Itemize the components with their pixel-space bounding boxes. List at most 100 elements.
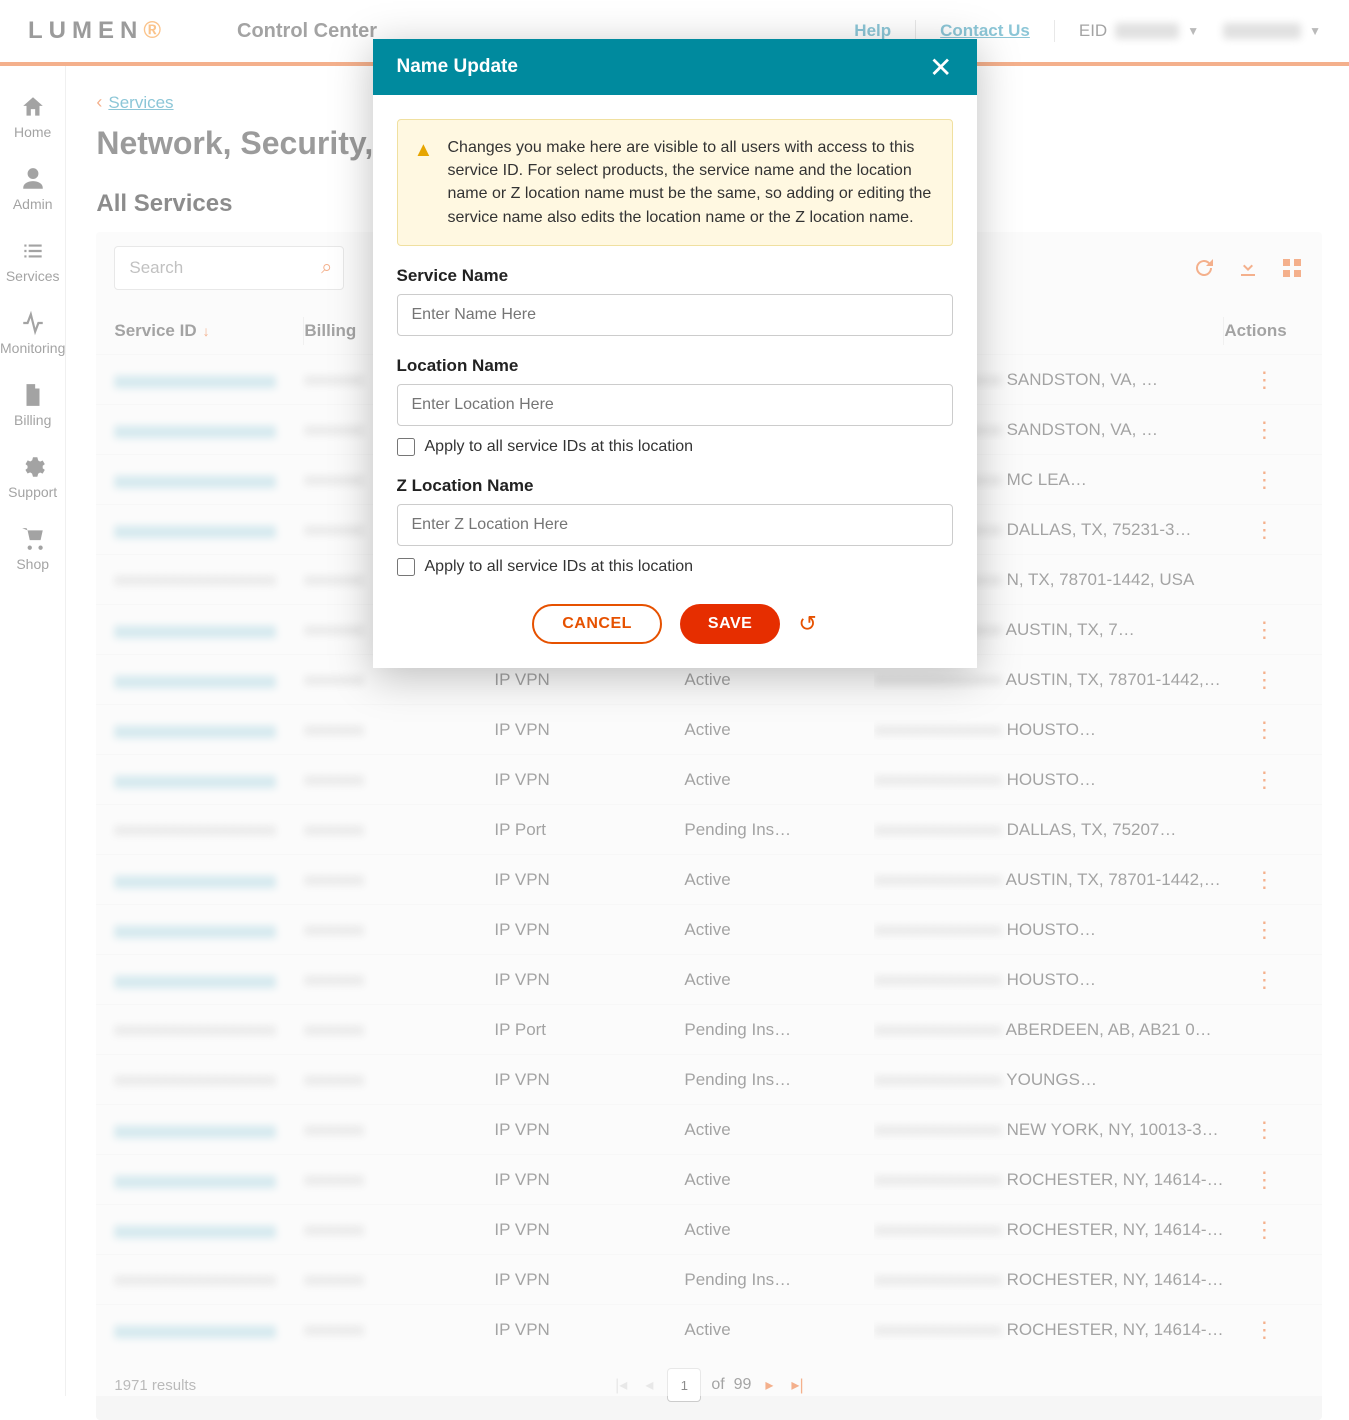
row-actions-button[interactable]: ⋮: [1253, 717, 1275, 742]
status-cell: Active: [684, 670, 874, 690]
save-button[interactable]: SAVE: [680, 604, 780, 644]
service-id-link[interactable]: xxxxxxxxxxxxxxxxxxx: [114, 470, 276, 489]
service-id-link[interactable]: xxxxxxxxxxxxxxxxxxx: [114, 370, 276, 389]
product-cell: IP Port: [494, 1020, 684, 1040]
service-id-text: xxxxxxxxxxxxxxxxxxx: [114, 1270, 276, 1289]
eid-dropdown[interactable]: EID ▼: [1079, 21, 1199, 41]
table-row: xxxxxxxxxxxxxxxxxxxxxxxxxxIP VPNActivexx…: [96, 954, 1322, 1004]
row-actions-button[interactable]: ⋮: [1253, 617, 1275, 642]
cancel-button[interactable]: CANCEL: [532, 604, 662, 644]
row-actions-button[interactable]: ⋮: [1253, 1317, 1275, 1342]
brand-logo: LUMEN®: [28, 17, 167, 45]
help-link[interactable]: Help: [854, 21, 891, 41]
row-actions-button[interactable]: ⋮: [1253, 517, 1275, 542]
location-cell: xxxxxxxxxxxxxxx ABERDEEN, AB, AB21 0…: [874, 1020, 1224, 1040]
service-id-link[interactable]: xxxxxxxxxxxxxxxxxxx: [114, 920, 276, 939]
checkbox-input[interactable]: [397, 558, 415, 576]
product-cell: IP VPN: [494, 970, 684, 990]
refresh-icon[interactable]: [1192, 256, 1216, 280]
table-row: xxxxxxxxxxxxxxxxxxxxxxxxxxIP VPNPending …: [96, 1254, 1322, 1304]
row-actions-button[interactable]: ⋮: [1253, 917, 1275, 942]
sidebar-item-label: Billing: [14, 412, 51, 428]
location-name-input[interactable]: [397, 384, 953, 426]
service-id-link[interactable]: xxxxxxxxxxxxxxxxxxx: [114, 970, 276, 989]
row-actions-button[interactable]: ⋮: [1253, 1167, 1275, 1192]
app-title: Control Center: [237, 20, 377, 43]
modal-header: Name Update ✕: [373, 39, 977, 95]
product-cell: IP Port: [494, 820, 684, 840]
location-cell: xxxxxxxxxxxxxxx HOUSTO…: [874, 970, 1224, 990]
col-service-id[interactable]: Service ID↓: [114, 317, 304, 345]
service-id-link[interactable]: xxxxxxxxxxxxxxxxxxx: [114, 620, 276, 639]
billing-cell: xxxxxxx: [304, 1220, 364, 1239]
row-actions-button[interactable]: ⋮: [1253, 417, 1275, 442]
table-row: xxxxxxxxxxxxxxxxxxxxxxxxxxIP VPNActivexx…: [96, 904, 1322, 954]
apply-all-location-checkbox[interactable]: Apply to all service IDs at this locatio…: [397, 438, 953, 456]
breadcrumb-link[interactable]: Services: [108, 93, 173, 113]
user-dropdown[interactable]: ▼: [1223, 23, 1321, 39]
download-icon[interactable]: [1236, 256, 1260, 280]
service-id-link[interactable]: xxxxxxxxxxxxxxxxxxx: [114, 420, 276, 439]
service-id-link[interactable]: xxxxxxxxxxxxxxxxxxx: [114, 670, 276, 689]
chevron-down-icon: ▼: [1187, 24, 1199, 38]
sidebar-item-admin[interactable]: Admin: [0, 156, 65, 228]
prev-page-button[interactable]: ◂: [641, 1371, 657, 1399]
status-cell: Active: [684, 1170, 874, 1190]
user-icon: [20, 166, 46, 192]
status-cell: Active: [684, 720, 874, 740]
sidebar-item-services[interactable]: Services: [0, 228, 65, 300]
service-id-link[interactable]: xxxxxxxxxxxxxxxxxxx: [114, 870, 276, 889]
row-actions-button[interactable]: ⋮: [1253, 967, 1275, 992]
contact-link[interactable]: Contact Us: [940, 21, 1030, 41]
service-id-link[interactable]: xxxxxxxxxxxxxxxxxxx: [114, 1220, 276, 1239]
search-input[interactable]: [114, 246, 344, 290]
service-id-link[interactable]: xxxxxxxxxxxxxxxxxxx: [114, 770, 276, 789]
last-page-button[interactable]: ▸|: [787, 1371, 807, 1399]
row-actions-button[interactable]: ⋮: [1253, 467, 1275, 492]
sidebar-item-monitoring[interactable]: Monitoring: [0, 300, 65, 372]
status-cell: Pending Ins…: [684, 1020, 874, 1040]
sort-arrow-icon: ↓: [203, 323, 210, 339]
row-actions-button[interactable]: ⋮: [1253, 767, 1275, 792]
sidebar-item-support[interactable]: Support: [0, 444, 65, 516]
table-row: xxxxxxxxxxxxxxxxxxxxxxxxxxIP VPNPending …: [96, 1054, 1322, 1104]
location-cell: xxxxxxxxxxxxxxx ROCHESTER, NY, 14614-141…: [874, 1170, 1224, 1190]
service-name-input[interactable]: [397, 294, 953, 336]
gear-icon: [20, 454, 46, 480]
billing-cell: xxxxxxx: [304, 870, 364, 889]
row-actions-button[interactable]: ⋮: [1253, 1217, 1275, 1242]
service-id-link[interactable]: xxxxxxxxxxxxxxxxxxx: [114, 1120, 276, 1139]
table-row: xxxxxxxxxxxxxxxxxxxxxxxxxxIP VPNActivexx…: [96, 1154, 1322, 1204]
billing-cell: xxxxxxx: [304, 570, 364, 589]
checkbox-input[interactable]: [397, 438, 415, 456]
columns-icon[interactable]: [1280, 256, 1304, 280]
sidebar-item-billing[interactable]: Billing: [0, 372, 65, 444]
sidebar-item-home[interactable]: Home: [0, 84, 65, 156]
row-actions-button[interactable]: ⋮: [1253, 1117, 1275, 1142]
service-id-link[interactable]: xxxxxxxxxxxxxxxxxxx: [114, 1170, 276, 1189]
product-cell: IP VPN: [494, 1120, 684, 1140]
billing-cell: xxxxxxx: [304, 1120, 364, 1139]
page-input[interactable]: [667, 1368, 701, 1402]
location-cell: xxxxxxxxxxxxxxx DALLAS, TX, 75207…: [874, 820, 1224, 840]
z-location-name-input[interactable]: [397, 504, 953, 546]
status-cell: Active: [684, 920, 874, 940]
warning-alert: ▲ Changes you make here are visible to a…: [397, 119, 953, 246]
activity-icon: [20, 310, 46, 336]
service-id-link[interactable]: xxxxxxxxxxxxxxxxxxx: [114, 1320, 276, 1339]
close-icon[interactable]: ✕: [929, 51, 952, 84]
row-actions-button[interactable]: ⋮: [1253, 667, 1275, 692]
sidebar-item-shop[interactable]: Shop: [0, 516, 65, 588]
row-actions-button[interactable]: ⋮: [1253, 367, 1275, 392]
service-id-link[interactable]: xxxxxxxxxxxxxxxxxxx: [114, 720, 276, 739]
product-cell: IP VPN: [494, 770, 684, 790]
product-cell: IP VPN: [494, 920, 684, 940]
row-actions-button[interactable]: ⋮: [1253, 867, 1275, 892]
table-row: xxxxxxxxxxxxxxxxxxxxxxxxxxIP PortPending…: [96, 1004, 1322, 1054]
search-icon[interactable]: ⌕: [321, 257, 332, 280]
first-page-button[interactable]: |◂: [611, 1371, 631, 1399]
reset-icon[interactable]: ↺: [798, 611, 816, 637]
apply-all-zlocation-checkbox[interactable]: Apply to all service IDs at this locatio…: [397, 558, 953, 576]
next-page-button[interactable]: ▸: [761, 1371, 777, 1399]
service-id-link[interactable]: xxxxxxxxxxxxxxxxxxx: [114, 520, 276, 539]
